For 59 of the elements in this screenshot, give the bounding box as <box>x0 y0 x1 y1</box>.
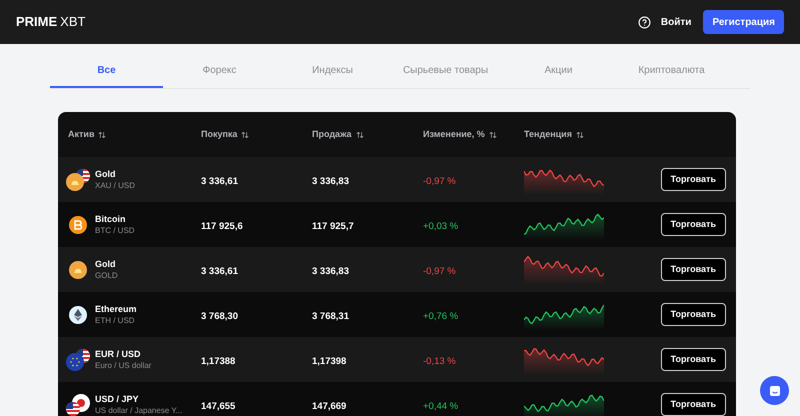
asset-pair: GOLD <box>95 270 118 282</box>
buy-price: 3 336,61 <box>201 176 238 186</box>
logo[interactable]: PRIME XBT <box>16 12 86 32</box>
trade-button[interactable]: Торговать <box>660 258 726 281</box>
column-header[interactable]: Актив <box>58 128 191 142</box>
column-header[interactable]: Покупка <box>191 128 302 142</box>
column-header[interactable]: Изменение, % <box>413 128 514 142</box>
trade-button[interactable]: Торговать <box>660 168 726 191</box>
asset-pair: XAU / USD <box>95 180 136 192</box>
register-button[interactable]: Регистрация <box>703 10 784 34</box>
change-percent: +0,03 % <box>423 220 458 232</box>
sell-price: 117 925,7 <box>312 220 354 232</box>
change-percent: +0,76 % <box>423 310 458 322</box>
asset-name: Ethereum <box>95 302 137 314</box>
asset-pair: Euro / US dollar <box>95 360 152 372</box>
sort-icon[interactable] <box>241 130 250 138</box>
ethereum-icon <box>69 306 87 324</box>
chat-button[interactable] <box>760 376 789 405</box>
sell-price: 1,17398 <box>312 356 346 366</box>
asset-pair: BTC / USD <box>95 224 135 236</box>
asset-name: USD / JPY <box>95 392 140 404</box>
buy-price: 1,17388 <box>201 356 236 366</box>
dollar-yen-flags-icon <box>66 394 90 416</box>
asset-name: Gold <box>95 258 116 270</box>
sort-icon[interactable] <box>356 130 364 138</box>
sell-price: 3 336,83 <box>312 176 349 186</box>
sell-price: 3 768,31 <box>312 310 349 322</box>
buy-price: 117 925,6 <box>201 220 243 232</box>
trade-button[interactable]: Торговать <box>660 303 726 326</box>
asset-pair: ETH / USD <box>95 314 136 326</box>
trade-button[interactable]: Торговать <box>660 213 726 236</box>
sell-price: 147,669 <box>312 400 346 412</box>
trade-button[interactable]: Торговать <box>660 348 726 371</box>
asset-name: Gold <box>95 168 116 180</box>
bullion-icon <box>69 260 87 278</box>
column-header[interactable]: Тенденция <box>514 128 644 142</box>
sell-price: 3 336,83 <box>312 266 349 276</box>
change-percent: -0,97 % <box>423 266 456 276</box>
trade-button[interactable]: Торговать <box>660 393 726 416</box>
column-header[interactable]: Продажа <box>302 128 413 142</box>
sort-icon[interactable] <box>488 130 497 138</box>
sort-icon[interactable] <box>576 130 584 138</box>
change-percent: +0,44 % <box>423 400 458 412</box>
login-link[interactable]: Войти <box>660 14 692 30</box>
bitcoin-icon <box>69 216 87 234</box>
buy-price: 3 768,30 <box>201 310 238 322</box>
buy-price: 3 336,61 <box>201 266 238 276</box>
change-percent: -0,13 % <box>423 356 456 366</box>
asset-name: Bitcoin <box>95 212 126 224</box>
change-percent: -0,97 % <box>423 176 456 186</box>
bullion-dollar-icon <box>66 168 90 190</box>
sort-icon[interactable] <box>98 130 106 138</box>
help-icon[interactable] <box>638 16 651 28</box>
euro-dollar-flags-icon <box>66 348 90 370</box>
category-tab[interactable]: Все <box>50 54 163 88</box>
asset-pair: US dollar / Japanese Y... <box>95 404 182 416</box>
chat-icon <box>768 384 780 396</box>
buy-price: 147,655 <box>201 400 236 412</box>
asset-name: EUR / USD <box>95 348 142 360</box>
